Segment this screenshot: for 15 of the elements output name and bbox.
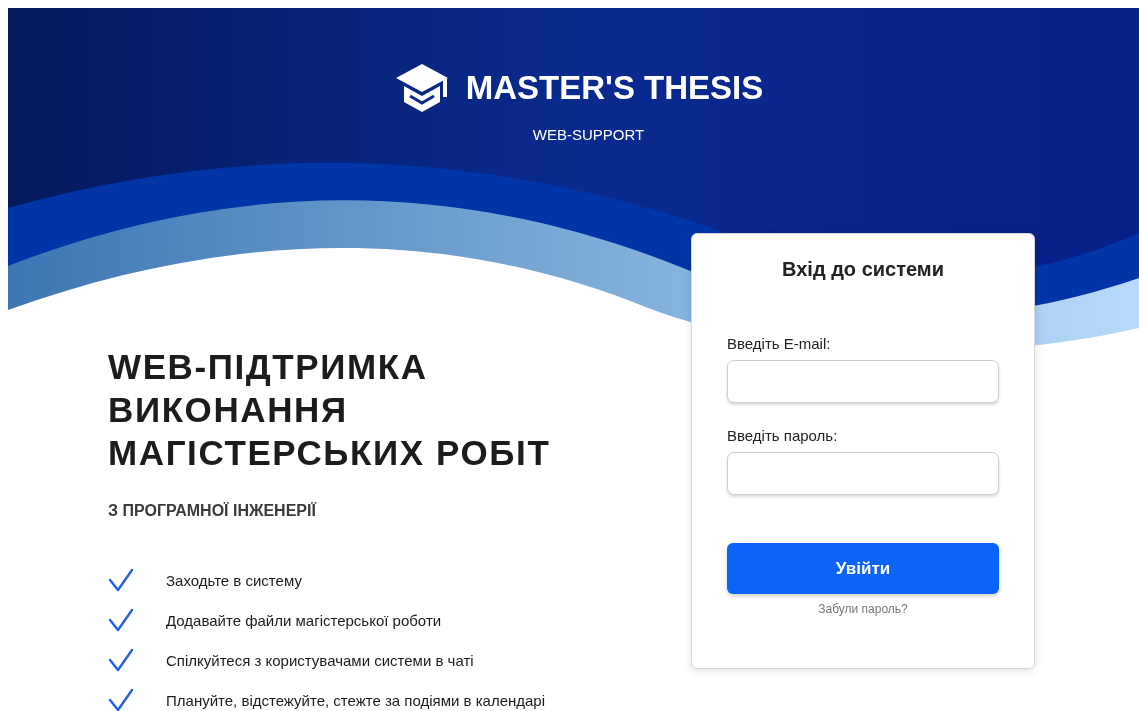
feature-text: Додавайте файли магістерської роботи [166, 611, 442, 629]
feature-text: Спілкуйтеся з користувачами системи в чаті [166, 651, 474, 669]
login-title: Вхід до системи [781, 258, 945, 281]
heading-line: МАГІСТЕРСЬКИХ РОБІТ [108, 432, 552, 474]
subheading: З ПРОГРАМНОЇ ІНЖЕНЕРІЇ [108, 502, 318, 520]
feature-text: Плануйте, відстежуйте, стежте за подіями в календарі [166, 691, 546, 709]
field-label: Введіть E-mail: [727, 335, 832, 352]
forgot-password-link[interactable]: Забули пароль? [818, 602, 908, 616]
login-button[interactable]: Увійти [727, 543, 999, 594]
field-label: Введіть пароль: [727, 427, 839, 444]
heading-line: ВИКОНАННЯ [108, 389, 349, 431]
heading-line: WEB-ПІДТРИМКА [108, 346, 429, 388]
site-subtitle: WEB-SUPPORT [532, 126, 645, 143]
feature-text: Заходьте в систему [166, 571, 302, 589]
site-title: MASTER'S THESIS [465, 69, 764, 107]
